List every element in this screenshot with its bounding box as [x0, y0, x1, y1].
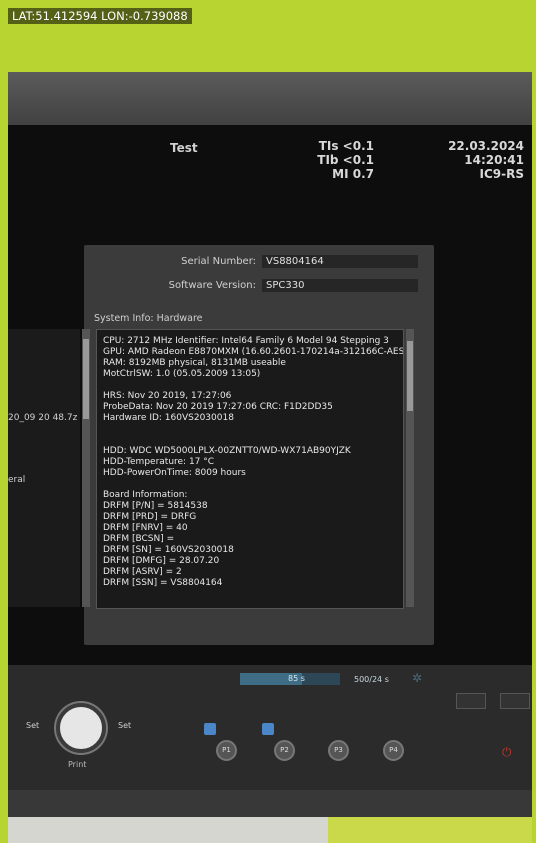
info-line: MotCtrlSW: 1.0 (05.05.2009 13:05) — [103, 369, 261, 379]
desk-surface — [8, 817, 328, 843]
progress-label: 85 s — [288, 674, 305, 683]
power-icon[interactable]: ⏻ — [502, 745, 512, 760]
serial-number-label: Serial Number: — [181, 256, 256, 267]
p3-button[interactable]: P3 — [328, 740, 349, 761]
left-list-item[interactable]: eral — [8, 475, 25, 485]
ultrasound-screen: Test TIs <0.1 TIb <0.1 MI 0.7 22.03.2024… — [8, 125, 532, 790]
info-line: DRFM [ASRV] = 2 — [103, 567, 182, 577]
frame-rate: 500/24 s — [354, 675, 389, 684]
info-line: DRFM [BCSN] = — [103, 534, 175, 544]
info-line: RAM: 8192MB physical, 8131MB useable — [103, 358, 286, 368]
tis-value: TIs <0.1 — [318, 139, 374, 153]
monitor-bezel-bottom — [8, 790, 532, 817]
serial-number-value: VS8804164 — [262, 255, 418, 268]
print-label[interactable]: Print — [68, 760, 86, 769]
left-list-panel[interactable]: 20_09 20 48.7z eral — [8, 329, 80, 607]
hardware-info-box: CPU: 2712 MHz Identifier: Intel64 Family… — [96, 329, 404, 609]
info-line: GPU: AMD Radeon E8870MXM (16.60.2601-170… — [103, 347, 404, 357]
gear-icon[interactable]: ✲ — [412, 671, 422, 685]
time: 14:20:41 — [464, 153, 524, 167]
section-title: System Info: Hardware — [94, 313, 203, 324]
background-wall — [8, 817, 532, 843]
date-time-probe: 22.03.2024 14:20:41 IC9-RS — [448, 139, 524, 181]
save-icon[interactable] — [262, 723, 274, 735]
info-line — [103, 380, 403, 391]
left-scrollbar-thumb[interactable] — [83, 339, 89, 419]
trackball-icon[interactable] — [56, 703, 106, 753]
page-title: Test — [170, 141, 198, 155]
info-line — [103, 424, 403, 435]
gps-overlay: LAT:51.412594 LON:-0.739088 — [8, 8, 192, 24]
right-key-button[interactable] — [500, 693, 530, 709]
tib-value: TIb <0.1 — [317, 153, 374, 167]
software-version-label: Software Version: — [168, 280, 256, 291]
info-line: DRFM [SN] = 160VS2030018 — [103, 545, 234, 555]
info-line: Board Information: — [103, 490, 188, 500]
info-line: DRFM [SSN] = VS8804164 — [103, 578, 223, 588]
software-version-row: Software Version: SPC330 — [108, 279, 418, 292]
left-scrollbar[interactable] — [82, 329, 90, 607]
probe-name: IC9-RS — [479, 167, 524, 181]
info-line: HDD-Temperature: 17 °C — [103, 457, 215, 467]
info-line: HDD: WDC WD5000LPLX-00ZNTT0/WD-WX71AB90Y… — [103, 446, 351, 456]
info-line: Hardware ID: 160VS2030018 — [103, 413, 234, 423]
set-left-label[interactable]: Set — [26, 721, 39, 730]
info-line — [103, 435, 403, 446]
info-line: CPU: 2712 MHz Identifier: Intel64 Family… — [103, 336, 389, 346]
info-scrollbar-thumb[interactable] — [407, 341, 413, 411]
info-line: ProbeData: Nov 20 2019 17:27:06 CRC: F1D… — [103, 402, 333, 412]
save-icon[interactable] — [204, 723, 216, 735]
info-line: HRS: Nov 20 2019, 17:27:06 — [103, 391, 232, 401]
p1-button[interactable]: P1 — [216, 740, 237, 761]
right-key-button[interactable] — [456, 693, 486, 709]
info-scrollbar[interactable] — [406, 329, 414, 607]
date: 22.03.2024 — [448, 139, 524, 153]
left-list-item[interactable]: 20_09 20 48.7z — [8, 413, 77, 423]
safety-indices: TIs <0.1 TIb <0.1 MI 0.7 — [312, 139, 374, 181]
set-right-label[interactable]: Set — [118, 721, 131, 730]
cine-progress[interactable]: 85 s — [240, 673, 340, 685]
software-version-value: SPC330 — [262, 279, 418, 292]
mi-value: MI 0.7 — [332, 167, 374, 181]
info-line: HDD-PowerOnTime: 8009 hours — [103, 468, 246, 478]
p2-button[interactable]: P2 — [274, 740, 295, 761]
p4-button[interactable]: P4 — [383, 740, 404, 761]
info-line: DRFM [PRD] = DRFG — [103, 512, 197, 522]
serial-number-row: Serial Number: VS8804164 — [108, 255, 418, 268]
info-line: DRFM [FNRV] = 40 — [103, 523, 188, 533]
info-line — [103, 479, 403, 490]
info-line: DRFM [DMFG] = 28.07.20 — [103, 556, 220, 566]
info-line: DRFM [P/N] = 5814538 — [103, 501, 208, 511]
